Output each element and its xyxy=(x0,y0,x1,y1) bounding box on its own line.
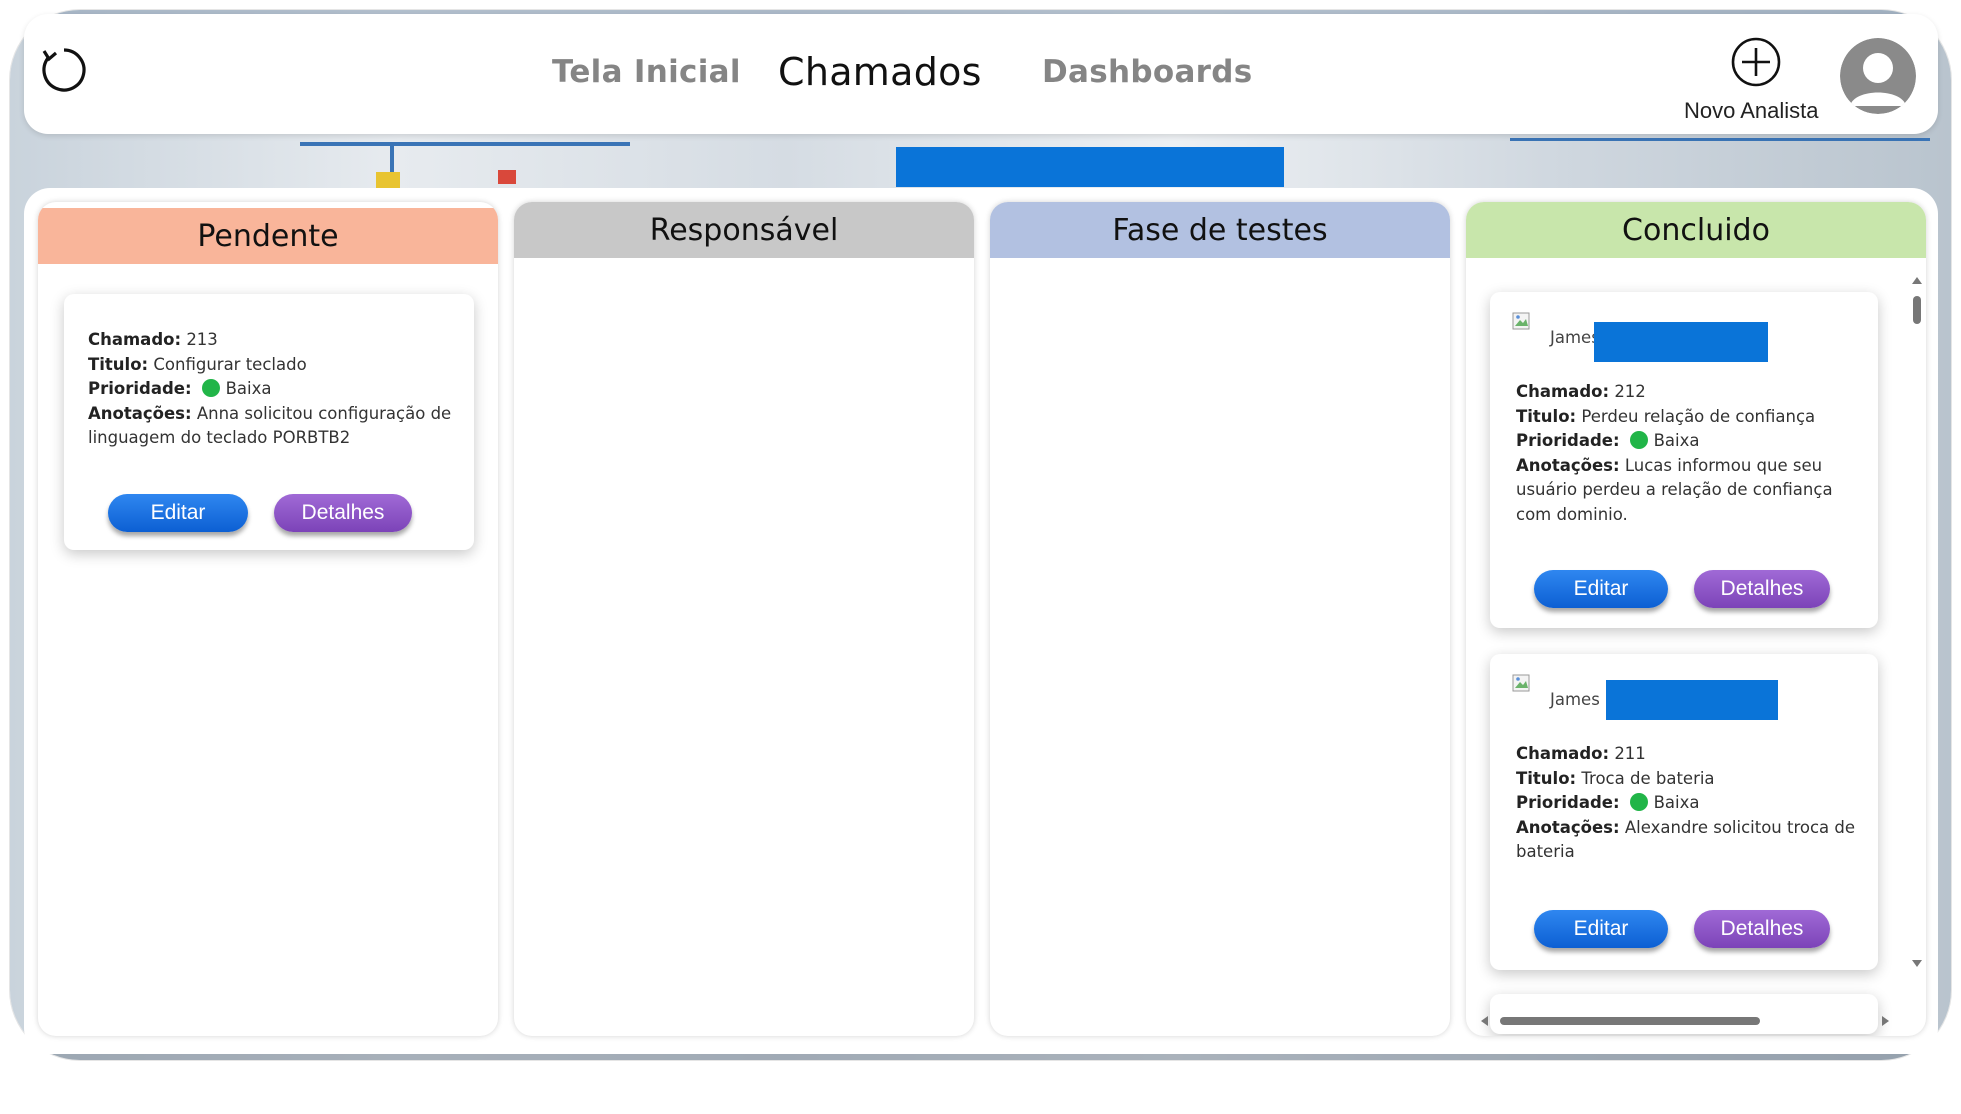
kanban-board: Pendente Chamado: 213 Titulo: Configurar… xyxy=(24,188,1938,1054)
column-header-done: Concluido xyxy=(1466,202,1926,258)
refresh-icon[interactable] xyxy=(34,40,94,100)
ticket-number: 211 xyxy=(1614,744,1646,763)
edit-button[interactable]: Editar xyxy=(1534,570,1668,608)
tab-home[interactable]: Tela Inicial xyxy=(552,54,741,90)
title-label: Titulo: xyxy=(1516,406,1577,426)
ticket-details: Chamado: 212 Titulo: Perdeu relação de c… xyxy=(1516,380,1864,527)
column-header-pending: Pendente xyxy=(38,208,498,264)
tab-dashboards[interactable]: Dashboards xyxy=(1042,54,1253,90)
priority-dot-icon xyxy=(1629,431,1648,449)
priority-label: Prioridade: xyxy=(1516,793,1620,812)
broken-image-icon xyxy=(1512,312,1534,334)
priority-dot-icon xyxy=(1629,793,1648,811)
ticket-card: James Chamado: 212 Titulo: Perdeu relaçã… xyxy=(1490,292,1878,628)
priority-dot-icon xyxy=(201,379,220,397)
plus-circle-icon[interactable] xyxy=(1730,36,1782,88)
ticket-title: Perdeu relação de confiança xyxy=(1581,406,1816,426)
horizontal-scrollbar[interactable] xyxy=(1478,1012,1894,1030)
tab-tickets[interactable]: Chamados xyxy=(778,50,982,94)
user-avatar-icon[interactable] xyxy=(1840,38,1916,114)
notes-label: Anotações: xyxy=(88,403,192,423)
user-highlight xyxy=(1594,322,1768,362)
column-header-responsible: Responsável xyxy=(514,202,974,258)
column-pending: Pendente Chamado: 213 Titulo: Configurar… xyxy=(38,202,498,1036)
ticket-label: Chamado: xyxy=(1516,744,1610,763)
active-tab-indicator xyxy=(896,147,1284,187)
edit-button[interactable]: Editar xyxy=(1534,910,1668,948)
ticket-card: Chamado: 213 Titulo: Configurar teclado … xyxy=(64,294,474,550)
details-button[interactable]: Detalhes xyxy=(1694,910,1830,948)
title-label: Titulo: xyxy=(1516,768,1577,788)
ticket-title: Configurar teclado xyxy=(153,354,307,374)
user-name: James xyxy=(1550,690,1600,709)
edit-button[interactable]: Editar xyxy=(108,494,248,532)
broken-image-icon xyxy=(1512,674,1534,696)
ticket-title: Troca de bateria xyxy=(1581,768,1715,788)
priority-value: Baixa xyxy=(1653,793,1700,812)
details-button[interactable]: Detalhes xyxy=(274,494,412,532)
ticket-number: 213 xyxy=(186,330,218,349)
column-header-testing: Fase de testes xyxy=(990,202,1450,258)
priority-label: Prioridade: xyxy=(88,379,192,398)
vertical-scrollbar[interactable] xyxy=(1908,272,1926,972)
top-navigation-bar: Tela Inicial Chamados Dashboards Novo An… xyxy=(24,14,1938,134)
title-label: Titulo: xyxy=(88,354,149,374)
ticket-details: Chamado: 213 Titulo: Configurar teclado … xyxy=(88,328,460,451)
user-name: James xyxy=(1550,328,1600,347)
ticket-number: 212 xyxy=(1614,382,1646,401)
ticket-card: James Chamado: 211 Titulo: Troca de bate… xyxy=(1490,654,1878,970)
priority-value: Baixa xyxy=(1653,431,1700,450)
ticket-details: Chamado: 211 Titulo: Troca de bateria Pr… xyxy=(1516,742,1864,865)
priority-value: Baixa xyxy=(225,379,272,398)
column-testing: Fase de testes xyxy=(990,202,1450,1036)
column-done: Concluido James Chamado: 212 Titulo: Per… xyxy=(1466,202,1926,1036)
notes-label: Anotações: xyxy=(1516,455,1620,475)
priority-label: Prioridade: xyxy=(1516,431,1620,450)
column-responsible: Responsável xyxy=(514,202,974,1036)
ticket-label: Chamado: xyxy=(88,330,182,349)
notes-label: Anotações: xyxy=(1516,817,1620,837)
user-highlight xyxy=(1606,680,1778,720)
details-button[interactable]: Detalhes xyxy=(1694,570,1830,608)
new-analyst-label[interactable]: Novo Analista xyxy=(1684,98,1819,124)
ticket-label: Chamado: xyxy=(1516,382,1610,401)
